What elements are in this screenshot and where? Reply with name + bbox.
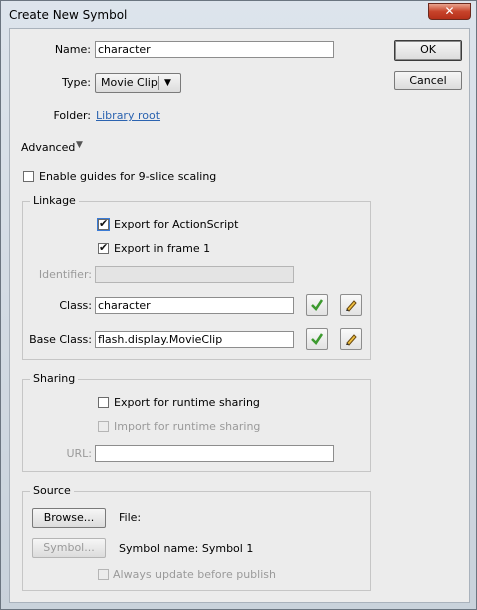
- checkmark-icon: [311, 333, 324, 345]
- identifier-field: [95, 266, 294, 283]
- dialog-window: Create New Symbol ✕ Name: character Type…: [0, 0, 477, 610]
- nine-slice-checkbox[interactable]: [23, 171, 34, 182]
- cancel-button[interactable]: Cancel: [394, 71, 462, 90]
- folder-label: Folder:: [53, 109, 91, 122]
- export-frame1-checkbox[interactable]: [98, 241, 109, 254]
- base-class-label: Base Class:: [29, 333, 92, 346]
- pencil-icon: [346, 300, 357, 312]
- file-label: File:: [119, 511, 142, 524]
- export-actionscript-label: Export for ActionScript: [114, 218, 239, 231]
- validate-class-button[interactable]: [306, 294, 328, 316]
- dialog-body: Name: character Type: Movie Clip ▼ Folde…: [9, 28, 470, 603]
- export-frame1-label: Export in frame 1: [114, 242, 211, 255]
- title-bar[interactable]: Create New Symbol ✕: [2, 2, 477, 27]
- name-field[interactable]: character: [95, 41, 334, 58]
- identifier-label: Identifier:: [38, 268, 92, 281]
- url-label: URL:: [66, 447, 92, 460]
- checkmark-icon: [311, 299, 324, 311]
- base-class-field[interactable]: flash.display.MovieClip: [95, 331, 294, 348]
- advanced-arrow-icon[interactable]: ▼: [76, 140, 83, 150]
- nine-slice-label: Enable guides for 9-slice scaling: [39, 170, 217, 183]
- type-select-divider: [158, 76, 159, 90]
- symbol-name-label: Symbol name: Symbol 1: [119, 542, 254, 555]
- export-actionscript-checkbox[interactable]: [97, 217, 110, 231]
- type-select[interactable]: Movie Clip ▼: [95, 73, 181, 93]
- close-button[interactable]: ✕: [428, 3, 471, 20]
- export-runtime-checkbox[interactable]: [98, 397, 109, 408]
- pencil-icon: [346, 334, 357, 346]
- folder-link[interactable]: Library root: [96, 109, 160, 122]
- import-runtime-checkbox: [98, 421, 109, 432]
- close-icon: ✕: [444, 4, 455, 18]
- browse-button[interactable]: Browse...: [32, 508, 106, 528]
- linkage-title: Linkage: [30, 194, 79, 207]
- sharing-title: Sharing: [30, 372, 79, 385]
- validate-base-class-button[interactable]: [306, 328, 328, 350]
- name-label: Name:: [54, 43, 91, 56]
- ok-button[interactable]: OK: [394, 40, 462, 61]
- source-title: Source: [30, 484, 74, 497]
- class-field[interactable]: character: [95, 297, 294, 314]
- type-label: Type:: [62, 76, 91, 89]
- export-runtime-label: Export for runtime sharing: [114, 396, 260, 409]
- edit-base-class-button[interactable]: [340, 328, 362, 350]
- edit-class-button[interactable]: [340, 294, 362, 316]
- always-update-checkbox: [98, 569, 109, 580]
- url-field[interactable]: [95, 445, 334, 462]
- symbol-button: Symbol...: [32, 538, 106, 558]
- dropdown-arrow-icon: ▼: [164, 78, 171, 88]
- window-title: Create New Symbol: [9, 8, 128, 22]
- import-runtime-label: Import for runtime sharing: [114, 420, 261, 433]
- class-label: Class:: [59, 299, 92, 312]
- always-update-label: Always update before publish: [113, 568, 276, 581]
- type-select-value: Movie Clip: [101, 76, 158, 89]
- advanced-toggle[interactable]: Advanced: [21, 141, 75, 154]
